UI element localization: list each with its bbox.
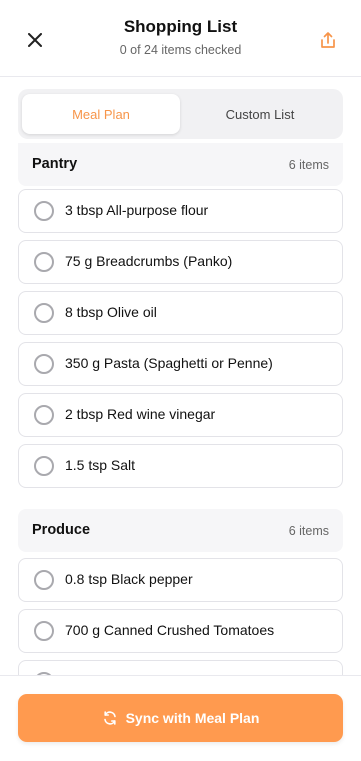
section-count: 6 items [288, 158, 329, 172]
list-item[interactable]: 1.5 tsp Salt [18, 444, 343, 488]
list-item[interactable]: 3 tbsp All-purpose flour [18, 189, 343, 233]
sync-icon [103, 711, 116, 725]
radio-unchecked-icon[interactable] [34, 303, 54, 323]
header: Shopping List 0 of 24 items checked [0, 0, 361, 77]
radio-unchecked-icon[interactable] [34, 201, 54, 221]
item-label: 2 tbsp Red wine vinegar [65, 406, 216, 422]
tab-custom-list[interactable]: Custom List [181, 94, 339, 134]
sync-button-label: Sync with Meal Plan [125, 710, 260, 726]
item-label: 1.5 tsp Salt [65, 457, 136, 473]
list-item-partial[interactable] [18, 660, 343, 675]
page-title: Shopping List [123, 17, 238, 36]
tab-meal-plan[interactable]: Meal Plan [22, 94, 180, 134]
shopping-list[interactable]: Pantry 6 items 3 tbsp All-purpose flour … [0, 139, 361, 675]
footer: Sync with Meal Plan [0, 675, 361, 761]
items-checked-count: 0 of 24 items checked [119, 43, 242, 57]
radio-unchecked-icon[interactable] [34, 570, 54, 590]
sync-button[interactable]: Sync with Meal Plan [18, 694, 343, 742]
list-item[interactable]: 0.8 tsp Black pepper [18, 558, 343, 602]
item-label: 700 g Canned Crushed Tomatoes [65, 622, 275, 638]
list-item[interactable]: 700 g Canned Crushed Tomatoes [18, 609, 343, 653]
section-header-pantry: Pantry 6 items [18, 143, 343, 186]
section-title: Pantry [32, 156, 78, 172]
item-label: 8 tbsp Olive oil [65, 304, 157, 320]
list-type-toggle: Meal Plan Custom List [18, 89, 343, 139]
radio-unchecked-icon[interactable] [34, 621, 54, 641]
list-item[interactable]: 8 tbsp Olive oil [18, 291, 343, 335]
section-header-produce: Produce 6 items [18, 509, 343, 552]
item-label: 350 g Pasta (Spaghetti or Penne) [65, 355, 273, 371]
item-label: 3 tbsp All-purpose flour [65, 202, 209, 218]
section-count: 6 items [288, 524, 329, 538]
list-item[interactable]: 350 g Pasta (Spaghetti or Penne) [18, 342, 343, 386]
radio-unchecked-icon[interactable] [34, 456, 54, 476]
item-label: 0.8 tsp Black pepper [65, 571, 193, 587]
share-icon [321, 32, 335, 48]
radio-unchecked-icon[interactable] [34, 405, 54, 425]
section-title: Produce [32, 522, 91, 538]
list-item[interactable]: 75 g Breadcrumbs (Panko) [18, 240, 343, 284]
item-label: 75 g Breadcrumbs (Panko) [65, 253, 233, 269]
radio-unchecked-icon[interactable] [34, 354, 54, 374]
list-item[interactable]: 2 tbsp Red wine vinegar [18, 393, 343, 437]
radio-unchecked-icon[interactable] [34, 252, 54, 272]
share-button[interactable] [315, 27, 341, 53]
